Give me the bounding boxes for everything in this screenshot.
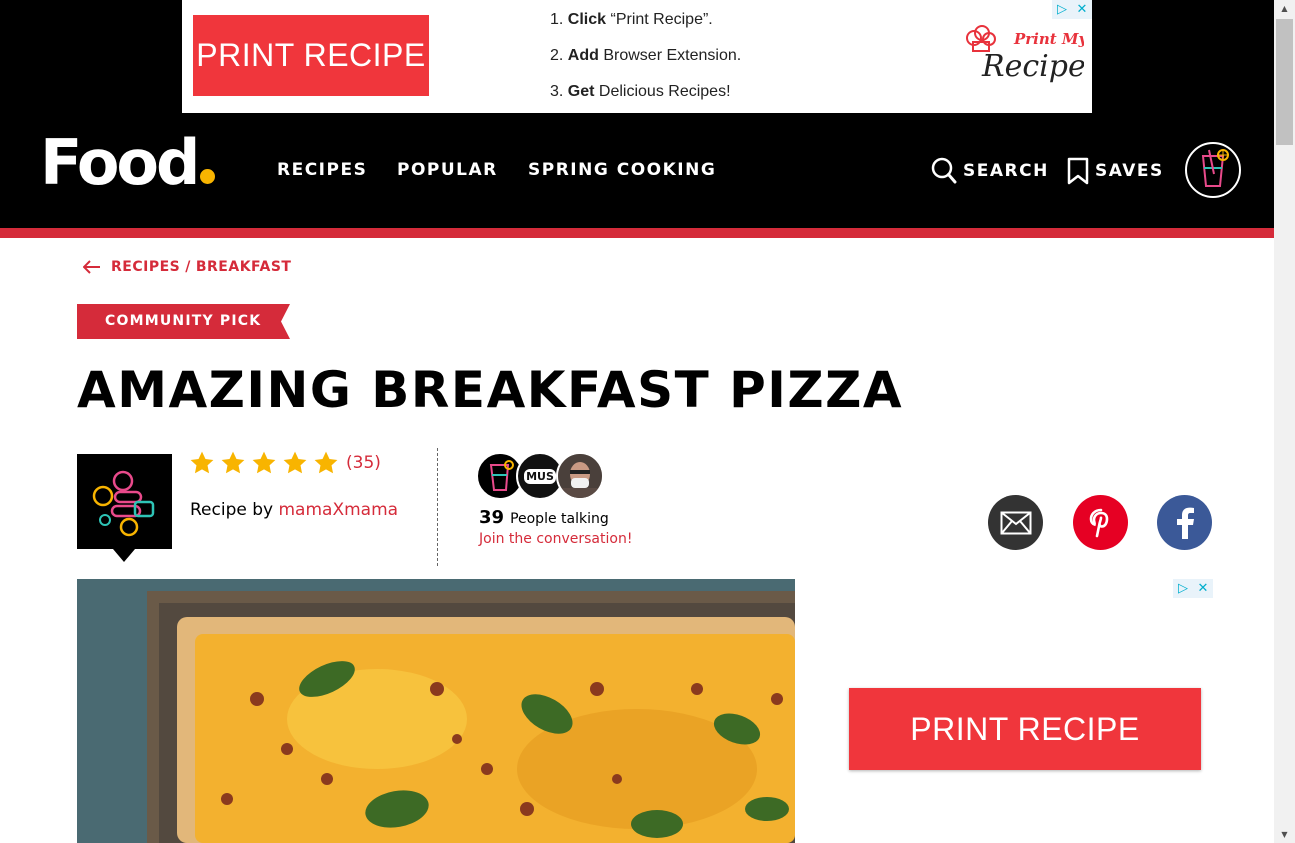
- scroll-up-arrow-icon[interactable]: ▲: [1274, 0, 1295, 17]
- scrollbar-thumb[interactable]: [1276, 19, 1293, 145]
- ad-print-recipe-button[interactable]: PRINT RECIPE: [193, 15, 429, 96]
- page-scrollbar[interactable]: ▲ ▼: [1274, 0, 1295, 843]
- facebook-share-button[interactable]: [1157, 495, 1212, 550]
- avatar-text: MUS: [524, 468, 556, 484]
- star-icon: [221, 451, 245, 474]
- breadcrumb: RECIPES / BREAKFAST: [83, 259, 291, 275]
- saves-button[interactable]: SAVES: [1067, 156, 1164, 186]
- commenter-avatar: [556, 452, 604, 500]
- talking-label: People talking: [510, 511, 609, 527]
- print-my-recipes-logo: Print My Recipes: [966, 25, 1084, 84]
- recipe-byline: Recipe by mamaXmama: [190, 500, 398, 520]
- author-avatar[interactable]: [77, 454, 172, 564]
- top-ad-banner[interactable]: PRINT RECIPE 1. Click “Print Recipe”. 2.…: [182, 0, 1092, 113]
- close-ad-icon[interactable]: ✕: [1072, 0, 1092, 19]
- star-icon: [252, 451, 276, 474]
- scroll-down-arrow-icon[interactable]: ▼: [1274, 826, 1295, 843]
- breadcrumb-breakfast[interactable]: BREAKFAST: [196, 259, 292, 275]
- pinterest-share-button[interactable]: [1073, 495, 1128, 550]
- facebook-icon: [1176, 507, 1194, 539]
- community-pick-badge: COMMUNITY PICK: [77, 304, 290, 339]
- nav-popular[interactable]: POPULAR: [397, 160, 498, 180]
- person-photo: [558, 454, 602, 498]
- rating-stars[interactable]: (35): [189, 450, 381, 476]
- svg-text:Print My: Print My: [1013, 30, 1084, 48]
- author-link[interactable]: mamaXmama: [279, 500, 399, 520]
- people-talking: 39 People talking: [479, 507, 609, 528]
- star-icon: [190, 451, 214, 474]
- talking-count: 39: [479, 507, 505, 528]
- recipe-title: AMAZING BREAKFAST PIZZA: [77, 361, 904, 419]
- conversation-avatars[interactable]: MUS: [476, 452, 606, 500]
- side-ad-choices[interactable]: ▷ ✕: [1173, 579, 1213, 598]
- adchoices-icon[interactable]: ▷: [1173, 579, 1193, 598]
- arrow-left-icon[interactable]: [83, 260, 101, 274]
- divider: [437, 448, 438, 566]
- ad-choices[interactable]: ▷ ✕: [1052, 0, 1092, 19]
- byline-label: Recipe by: [190, 500, 274, 520]
- ad-step: 3. Get Delicious Recipes!: [550, 83, 731, 100]
- star-icon: [283, 451, 307, 474]
- saves-label: SAVES: [1095, 161, 1164, 181]
- email-icon: [1000, 511, 1031, 534]
- side-ad-print-recipe-button[interactable]: PRINT RECIPE: [849, 688, 1201, 770]
- join-conversation-link[interactable]: Join the conversation!: [479, 531, 632, 547]
- search-button[interactable]: SEARCH: [931, 156, 1049, 186]
- ad-step: 2. Add Browser Extension.: [550, 47, 742, 64]
- bookmark-icon: [1067, 157, 1089, 185]
- logo-dot-icon: [200, 169, 216, 184]
- nav-recipes[interactable]: RECIPES: [277, 160, 367, 180]
- rating-count[interactable]: (35): [346, 453, 381, 473]
- header-red-rule: [0, 228, 1274, 238]
- search-icon: [931, 157, 957, 184]
- adchoices-icon[interactable]: ▷: [1052, 0, 1072, 19]
- ad-steps: 1. Click “Print Recipe”. 2. Add Browser …: [550, 8, 741, 116]
- recipe-hero-image[interactable]: [77, 579, 795, 843]
- breadcrumb-recipes[interactable]: RECIPES: [111, 259, 180, 275]
- ad-step: 1. Click “Print Recipe”.: [550, 11, 713, 28]
- food-logo[interactable]: Food: [40, 128, 216, 198]
- drink-icon: [1201, 149, 1229, 187]
- svg-text:Recipes: Recipes: [981, 49, 1084, 84]
- nav-spring-cooking[interactable]: SPRING COOKING: [528, 160, 716, 180]
- close-ad-icon[interactable]: ✕: [1193, 579, 1213, 598]
- pinterest-icon: [1089, 508, 1108, 537]
- star-icon: [314, 451, 338, 474]
- search-label: SEARCH: [963, 161, 1049, 181]
- breadcrumb-separator: /: [185, 259, 191, 275]
- email-share-button[interactable]: [988, 495, 1043, 550]
- badge-label: COMMUNITY PICK: [105, 313, 262, 329]
- user-avatar[interactable]: [1185, 142, 1241, 198]
